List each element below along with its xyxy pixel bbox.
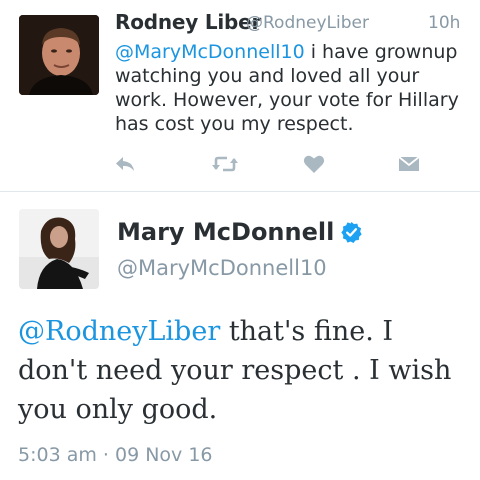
verified-badge-icon (341, 221, 363, 243)
direct-message-icon (398, 156, 420, 171)
author-handle[interactable]: @RodneyLiber (246, 13, 369, 33)
tweet[interactable]: Rodney Liber @RodneyLiber 10h @MaryMcDon… (0, 0, 480, 191)
like-button[interactable] (299, 150, 329, 178)
avatar[interactable] (19, 209, 99, 289)
author-name[interactable]: Mary McDonnell (117, 218, 363, 246)
reply-icon (116, 157, 134, 171)
avatar-photo (19, 209, 99, 289)
mention-link[interactable]: @MaryMcDonnell10 (115, 41, 305, 63)
reply-button[interactable] (110, 150, 140, 178)
retweet-icon (212, 156, 238, 172)
reply-timestamp[interactable]: 5:03 am · 09 Nov 16 (18, 444, 213, 466)
divider (0, 191, 480, 192)
tweet-text: @MaryMcDonnell10 i have grownup watching… (115, 40, 465, 136)
avatar[interactable] (19, 15, 99, 95)
author-name-text: Mary McDonnell (117, 218, 335, 246)
retweet-button[interactable] (210, 150, 240, 178)
mention-link[interactable]: @RodneyLiber (18, 316, 220, 347)
author-name[interactable]: Rodney Liber (115, 10, 261, 34)
tweet-time[interactable]: 10h (428, 13, 460, 33)
like-icon (303, 155, 325, 173)
avatar-photo (19, 15, 99, 95)
tweet-actions (0, 150, 480, 180)
reply-text: @RodneyLiber that's fine. I don't need y… (18, 312, 468, 429)
author-handle[interactable]: @MaryMcDonnell10 (117, 256, 327, 280)
direct-message-button[interactable] (394, 150, 424, 178)
